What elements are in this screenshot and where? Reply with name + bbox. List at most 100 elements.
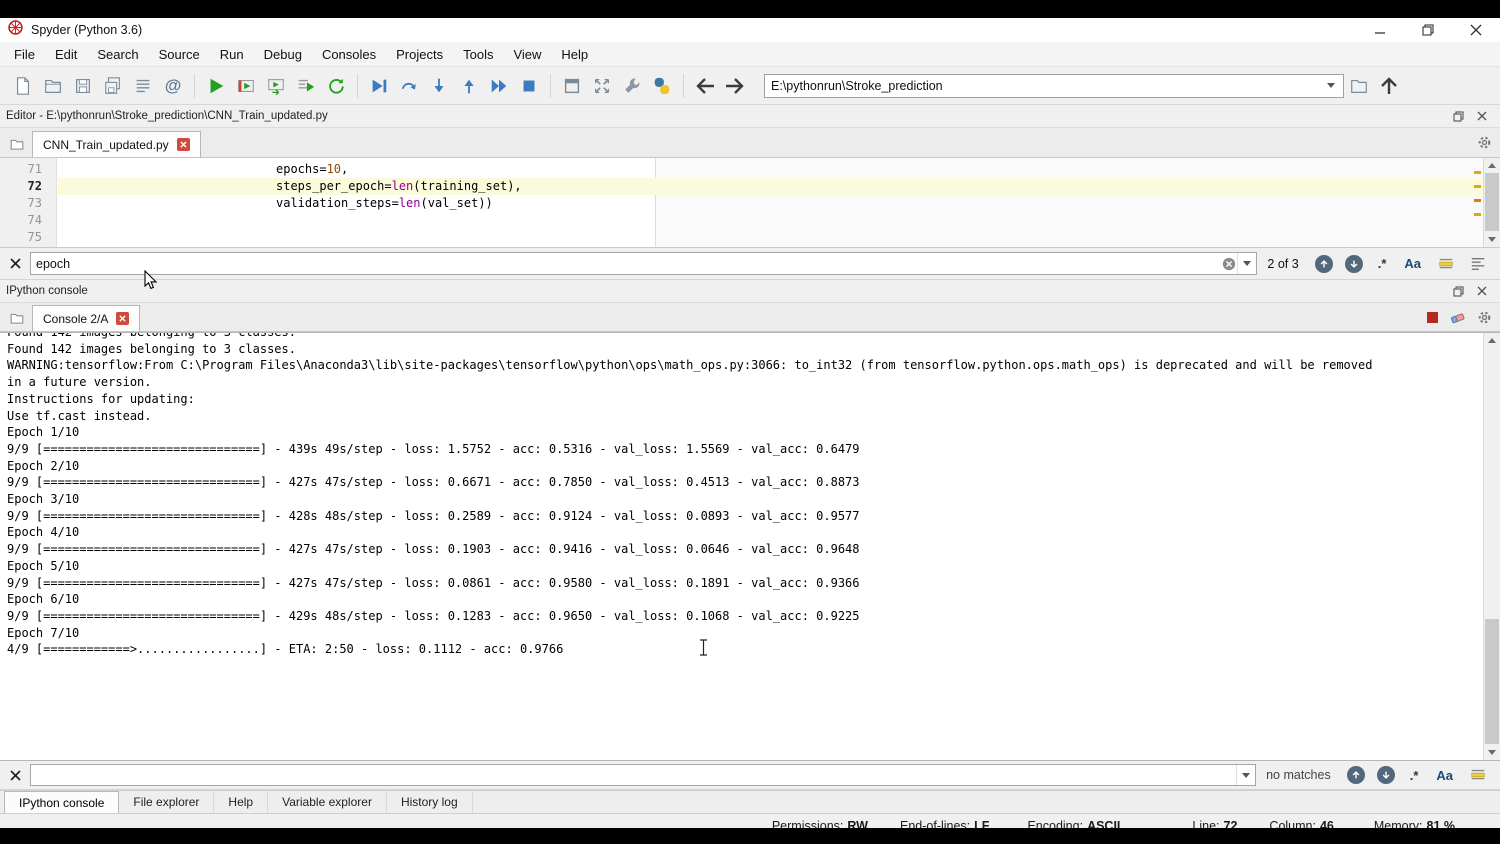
forward-button[interactable] <box>720 71 750 101</box>
menu-search[interactable]: Search <box>87 44 148 65</box>
stop-debug-button[interactable] <box>514 71 544 101</box>
find-search-input[interactable] <box>31 254 1221 273</box>
menu-edit[interactable]: Edit <box>45 44 87 65</box>
scroll-down-icon[interactable] <box>1484 232 1500 247</box>
editor-code-area[interactable]: epochs=10,steps_per_epoch=len(training_s… <box>0 158 1500 248</box>
rerun-button[interactable] <box>321 71 351 101</box>
console-options-gear-icon[interactable] <box>1476 309 1492 325</box>
restore-button[interactable] <box>1404 18 1452 42</box>
symbol-finder-button[interactable]: @ <box>158 71 188 101</box>
minimize-button[interactable] <box>1356 18 1404 42</box>
console-tab[interactable]: Console 2/A <box>32 305 140 331</box>
search-history-chevron-icon[interactable] <box>1237 253 1256 274</box>
run-selection-button[interactable] <box>291 71 321 101</box>
python-path-button[interactable] <box>647 71 677 101</box>
menu-help[interactable]: Help <box>551 44 598 65</box>
editor-scrollbar[interactable] <box>1483 158 1500 247</box>
back-button[interactable] <box>690 71 720 101</box>
code-token: len <box>392 179 414 193</box>
bottom-tab-ipython-console[interactable]: IPython console <box>4 791 119 813</box>
console-undock-icon[interactable] <box>1450 283 1466 299</box>
code-line[interactable] <box>58 212 1483 229</box>
editor-options-gear-icon[interactable] <box>1476 135 1492 151</box>
file-switcher-button[interactable] <box>128 71 158 101</box>
new-file-button[interactable] <box>8 71 38 101</box>
open-file-button[interactable] <box>38 71 68 101</box>
step-into-button[interactable] <box>424 71 454 101</box>
code-line[interactable]: validation_steps=len(val_set)) <box>58 195 1483 212</box>
fullscreen-button[interactable] <box>587 71 617 101</box>
find-close-icon[interactable] <box>6 766 24 784</box>
working-directory-combo[interactable]: E:\pythonrun\Stroke_prediction <box>764 74 1344 98</box>
case-sensitive-toggle-button[interactable]: Aa <box>1436 768 1453 783</box>
browse-tabs-icon[interactable] <box>6 133 28 155</box>
bottom-tab-history-log[interactable]: History log <box>387 791 473 813</box>
step-return-button[interactable] <box>454 71 484 101</box>
continue-button[interactable] <box>484 71 514 101</box>
editor-pane-title: Editor - E:\pythonrun\Stroke_prediction\… <box>6 110 328 122</box>
menu-source[interactable]: Source <box>149 44 210 65</box>
search-in-selection-icon[interactable] <box>1469 255 1487 273</box>
highlight-matches-icon[interactable] <box>1469 766 1487 784</box>
case-sensitive-toggle-button[interactable]: Aa <box>1404 256 1421 271</box>
run-cell-advance-button[interactable] <box>261 71 291 101</box>
console-scrollbar-thumb[interactable] <box>1485 619 1499 744</box>
menu-consoles[interactable]: Consoles <box>312 44 386 65</box>
console-area[interactable]: Found 142 images belonging to 3 classes.… <box>0 332 1500 761</box>
console-find-input[interactable] <box>31 766 1236 785</box>
menu-debug[interactable]: Debug <box>254 44 312 65</box>
debug-file-button[interactable] <box>364 71 394 101</box>
bottom-tab-file-explorer[interactable]: File explorer <box>119 791 214 813</box>
editor-tab-close-icon[interactable] <box>177 138 190 151</box>
console-tab-close-icon[interactable] <box>116 312 129 325</box>
step-over-button[interactable] <box>394 71 424 101</box>
chevron-down-icon[interactable] <box>1327 83 1335 88</box>
scroll-down-icon[interactable] <box>1484 745 1500 760</box>
bottom-tab-help[interactable]: Help <box>214 791 268 813</box>
console-line: 4/9 [============>.................] - E… <box>7 641 1483 658</box>
menu-view[interactable]: View <box>503 44 551 65</box>
console-line: in a future version. <box>7 374 1483 391</box>
menu-file[interactable]: File <box>4 44 45 65</box>
find-next-button[interactable] <box>1377 766 1395 784</box>
scroll-up-icon[interactable] <box>1484 158 1500 173</box>
editor-close-pane-icon[interactable] <box>1474 108 1490 124</box>
highlight-matches-icon[interactable] <box>1437 255 1455 273</box>
browse-directory-button[interactable] <box>1344 71 1374 101</box>
regex-toggle-button[interactable]: .* <box>1410 768 1419 783</box>
interrupt-kernel-icon[interactable] <box>1424 309 1440 325</box>
maximize-pane-button[interactable] <box>557 71 587 101</box>
regex-toggle-button[interactable]: .* <box>1378 256 1387 271</box>
menu-tools[interactable]: Tools <box>453 44 503 65</box>
menu-run[interactable]: Run <box>210 44 254 65</box>
console-close-pane-icon[interactable] <box>1474 283 1490 299</box>
run-file-button[interactable] <box>201 71 231 101</box>
save-button[interactable] <box>68 71 98 101</box>
scroll-up-icon[interactable] <box>1484 333 1500 348</box>
clear-console-eraser-icon[interactable] <box>1450 309 1466 325</box>
find-close-icon[interactable] <box>6 255 24 273</box>
clear-search-icon[interactable] <box>1221 256 1237 272</box>
search-history-chevron-icon[interactable] <box>1236 765 1255 785</box>
parent-directory-button[interactable] <box>1374 71 1404 101</box>
run-cell-button[interactable] <box>231 71 261 101</box>
code-line[interactable]: epochs=10, <box>58 161 1483 178</box>
code-line[interactable]: steps_per_epoch=len(training_set), <box>58 178 1483 195</box>
editor-scrollbar-thumb[interactable] <box>1485 173 1499 231</box>
preferences-wrench-button[interactable] <box>617 71 647 101</box>
console-line: Epoch 5/10 <box>7 558 1483 575</box>
occurrence-marker <box>1474 171 1481 174</box>
menu-bar: FileEditSearchSourceRunDebugConsolesProj… <box>0 42 1500 67</box>
code-line[interactable] <box>58 229 1483 246</box>
close-button[interactable] <box>1452 18 1500 42</box>
find-next-button[interactable] <box>1345 255 1363 273</box>
bottom-tab-variable-explorer[interactable]: Variable explorer <box>268 791 387 813</box>
console-browse-tabs-icon[interactable] <box>6 307 28 329</box>
find-previous-button[interactable] <box>1315 255 1333 273</box>
console-scrollbar[interactable] <box>1483 333 1500 760</box>
save-all-button[interactable] <box>98 71 128 101</box>
menu-projects[interactable]: Projects <box>386 44 453 65</box>
find-previous-button[interactable] <box>1347 766 1365 784</box>
editor-undock-icon[interactable] <box>1450 108 1466 124</box>
editor-tab[interactable]: CNN_Train_updated.py <box>32 131 201 157</box>
